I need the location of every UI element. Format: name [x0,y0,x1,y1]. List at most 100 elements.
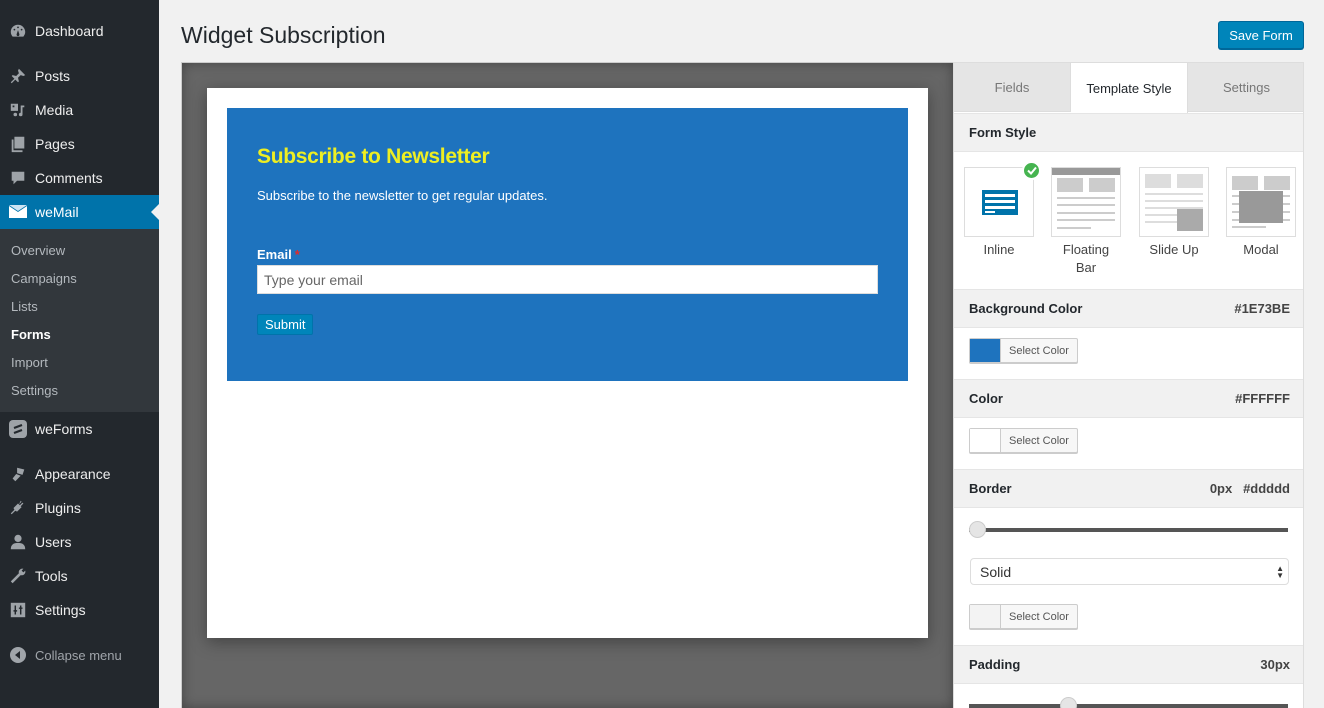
border-style-select[interactable]: Solid ▲ ▼ [970,558,1289,585]
border-title: Border [969,481,1012,496]
sidebar-item-label: Users [35,534,72,550]
collapse-arrow-icon [0,647,35,663]
slider-track [969,528,1288,532]
sidebar-item-posts[interactable]: Posts [0,59,159,93]
save-form-button[interactable]: Save Form [1218,21,1304,49]
wemail-submenu: Overview Campaigns Lists Forms Import Se… [0,229,159,412]
padding-header: Padding 30px [954,645,1303,684]
collapse-menu-button[interactable]: Collapse menu [0,641,159,669]
sidebar-item-label: Tools [35,568,68,584]
background-color-title: Background Color [969,301,1083,316]
style-option-inline[interactable]: Inline [964,161,1041,259]
style-option-label: Modal [1243,242,1279,257]
page-title: Widget Subscription [181,22,386,48]
tab-fields[interactable]: Fields [954,63,1071,112]
slider-handle[interactable] [1059,697,1077,708]
sidebar-item-users[interactable]: Users [0,525,159,559]
sidebar-item-weforms[interactable]: weForms [0,412,159,446]
sidebar-item-label: Pages [35,136,75,152]
sidebar-item-label: Comments [35,170,103,186]
border-values: 0px #ddddd [1210,481,1290,496]
panel-tabs: Fields Template Style Settings [954,63,1303,113]
comment-icon [0,169,35,187]
select-color-label: Select Color [1009,610,1069,623]
submenu-item-lists[interactable]: Lists [11,299,38,314]
submit-button[interactable]: Submit [257,314,314,335]
border-color-value: #ddddd [1243,481,1290,496]
inline-layout-icon [982,190,1018,215]
border-header: Border 0px #ddddd [954,469,1303,508]
style-option-modal[interactable]: Modal [1226,167,1296,259]
sidebar-item-label: Posts [35,68,71,84]
sidebar-item-label: weForms [35,421,93,437]
background-color-value: #1E73BE [1234,301,1290,316]
sidebar-item-settings[interactable]: Settings [0,593,159,627]
subscription-form: Subscribe to Newsletter Subscribe to the… [227,108,908,381]
sliders-icon [0,601,35,619]
floating-bar-thumbnail [1051,167,1121,237]
slide-up-thumbnail [1139,167,1209,237]
submenu-item-forms[interactable]: Forms [11,327,51,342]
border-width-value: 0px [1209,481,1233,496]
border-color-picker[interactable]: Select Color [969,604,1078,629]
form-style-header: Form Style [954,113,1303,152]
submenu-item-campaigns[interactable]: Campaigns [11,271,77,286]
submenu-item-overview[interactable]: Overview [11,243,65,258]
select-color-label: Select Color [1009,434,1069,447]
border-width-slider[interactable] [969,520,1288,540]
form-description: Subscribe to the newsletter to get regul… [257,188,548,203]
background-color-picker[interactable]: Select Color [969,338,1078,363]
style-option-label: Floating Bar [1062,242,1110,275]
selected-check-icon [1022,161,1041,180]
weforms-icon [0,419,35,439]
submenu-item-import[interactable]: Import [11,355,48,370]
floating-bar-layout-icon [1052,168,1120,229]
style-option-floating-bar[interactable]: Floating Bar [1051,167,1121,277]
brush-icon [0,465,35,483]
user-icon [0,533,35,551]
media-icon [0,101,35,119]
color-title: Color [969,391,1003,406]
sidebar-item-label: Plugins [35,500,81,516]
select-color-label: Select Color [1009,344,1069,357]
sidebar-item-pages[interactable]: Pages [0,127,159,161]
inline-thumbnail [964,161,1041,237]
padding-slider[interactable] [969,696,1288,708]
background-color-swatch [970,339,1001,362]
sidebar-item-plugins[interactable]: Plugins [0,491,159,525]
required-mark: * [294,247,300,262]
style-option-slide-up[interactable]: Slide Up [1139,167,1209,259]
sidebar-item-label: Settings [35,602,86,618]
form-heading: Subscribe to Newsletter [257,145,490,168]
style-option-label: Slide Up [1149,242,1199,257]
email-input[interactable] [257,265,878,294]
plug-icon [0,499,35,517]
sidebar-item-comments[interactable]: Comments [0,161,159,195]
style-option-label: Inline [983,242,1015,257]
slider-handle[interactable] [969,521,986,538]
form-style-title: Form Style [969,125,1037,140]
text-color-picker[interactable]: Select Color [969,428,1078,453]
sidebar-item-label: weMail [35,204,79,220]
wrench-icon [0,567,35,585]
sidebar-item-tools[interactable]: Tools [0,559,159,593]
text-color-swatch [970,429,1001,452]
slide-up-layout-icon [1145,174,1203,231]
pages-icon [0,135,35,153]
pin-icon [0,67,35,85]
dashboard-icon [0,22,35,40]
sidebar-item-appearance[interactable]: Appearance [0,457,159,491]
sidebar-item-wemail[interactable]: weMail [0,195,159,229]
envelope-icon [0,204,35,220]
color-value: #FFFFFF [1235,391,1290,406]
border-style-value: Solid [980,563,1012,580]
tab-template-style[interactable]: Template Style [1071,63,1188,113]
sidebar-item-label: Dashboard [35,23,104,39]
submenu-item-settings[interactable]: Settings [11,383,58,398]
tab-settings[interactable]: Settings [1188,63,1303,112]
modal-thumbnail [1226,167,1296,237]
sidebar-item-label: Media [35,102,74,118]
form-preview-canvas: Subscribe to Newsletter Subscribe to the… [181,62,954,708]
sidebar-item-dashboard[interactable]: Dashboard [0,14,159,48]
sidebar-item-media[interactable]: Media [0,93,159,127]
